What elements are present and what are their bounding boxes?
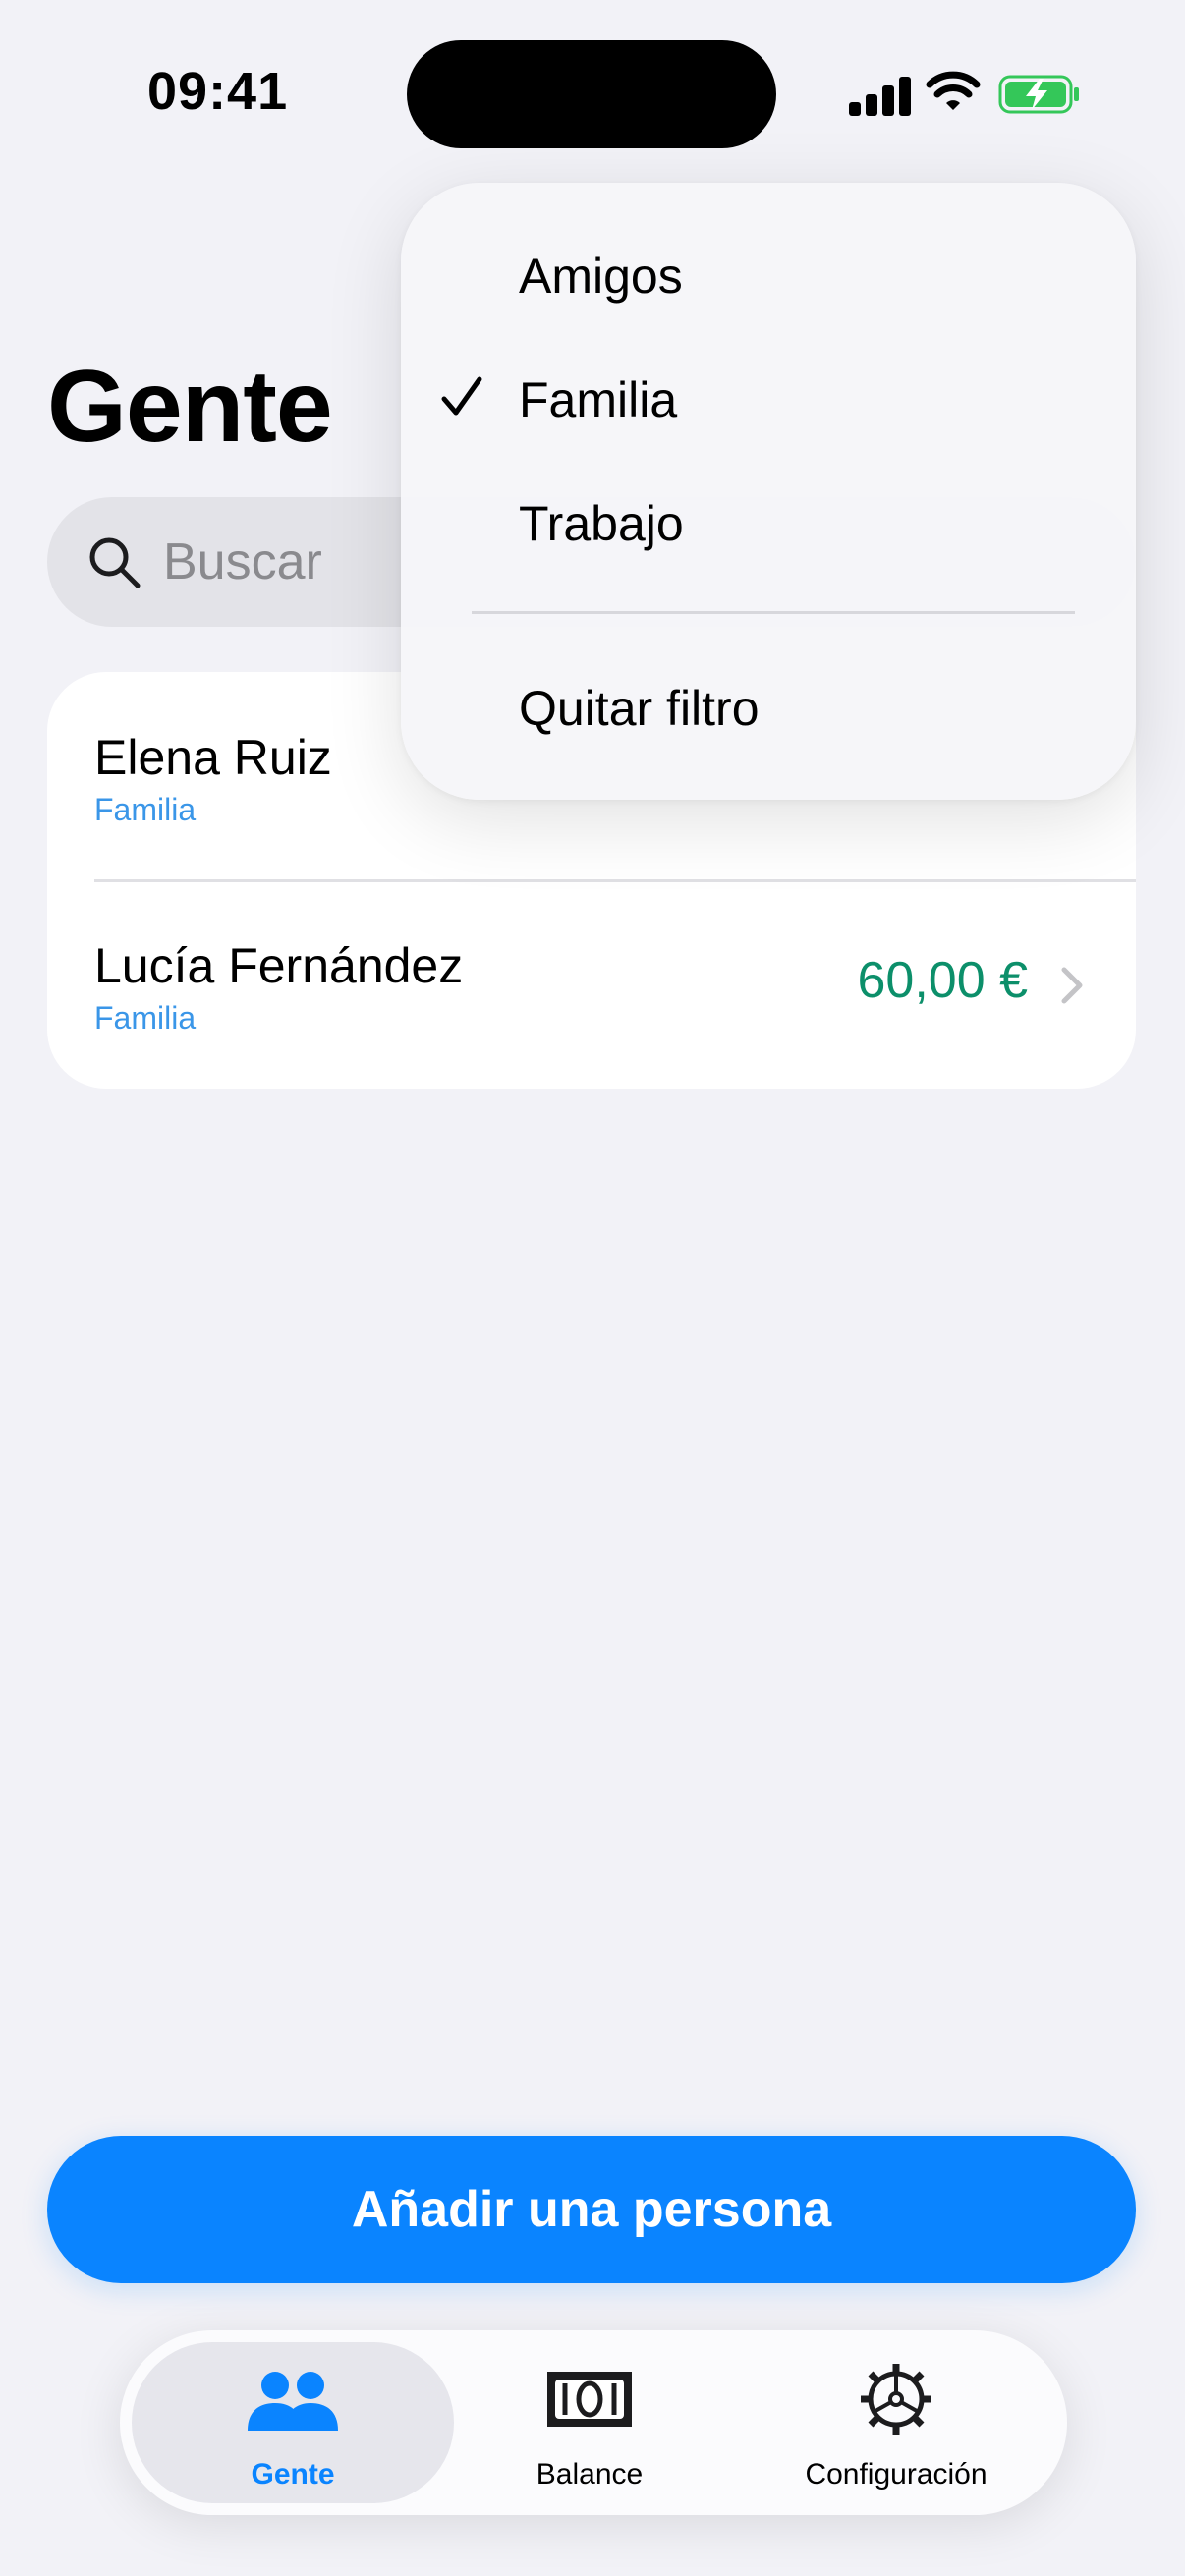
clear-filter-option[interactable]: Quitar filtro [401, 648, 1136, 766]
filter-option-label: Amigos [519, 249, 683, 304]
tab-people[interactable]: Gente [132, 2342, 454, 2503]
menu-separator [472, 611, 1075, 614]
page-title: Gente [47, 350, 333, 464]
checkmark-icon [441, 376, 482, 416]
filter-option-trabajo[interactable]: Trabajo [401, 464, 1136, 582]
person-group: Familia [94, 1000, 197, 1036]
tab-label: Balance [536, 2458, 644, 2491]
wifi-icon [926, 71, 981, 110]
clear-filter-label: Quitar filtro [519, 681, 760, 736]
person-name: Lucía Fernández [94, 938, 464, 993]
cellular-signal-icon [849, 75, 911, 116]
person-name: Elena Ruiz [94, 730, 332, 785]
tab-settings[interactable]: Configuración [737, 2342, 1055, 2503]
person-row-lucia[interactable]: Lucía Fernández Familia 60,00 € [47, 880, 1136, 1089]
dynamic-island [407, 40, 776, 148]
tab-label: Gente [251, 2458, 335, 2491]
filter-option-label: Trabajo [519, 496, 684, 551]
tab-label: Configuración [805, 2458, 988, 2491]
filter-option-familia[interactable]: Familia [401, 340, 1136, 458]
person-balance: 60,00 € [857, 952, 1029, 1009]
search-icon [89, 537, 141, 588]
filter-option-amigos[interactable]: Amigos [401, 216, 1136, 334]
status-time: 09:41 [147, 62, 289, 121]
banknote-icon [547, 2372, 632, 2427]
add-person-button[interactable]: Añadir una persona [47, 2136, 1136, 2283]
tab-bar: Gente Balance Configuración [120, 2330, 1067, 2515]
people-icon [248, 2372, 338, 2431]
gear-icon [861, 2364, 931, 2435]
person-group: Familia [94, 792, 197, 827]
screen: 09:41 Gente Elena Ruiz Familia [0, 0, 1185, 2576]
battery-charging-icon [998, 75, 1079, 114]
filter-option-label: Familia [519, 372, 678, 427]
tab-balance[interactable]: Balance [442, 2342, 737, 2503]
chevron-right-icon [1061, 967, 1083, 1004]
filter-menu: Amigos Familia Trabajo Quitar filtro [401, 183, 1136, 800]
